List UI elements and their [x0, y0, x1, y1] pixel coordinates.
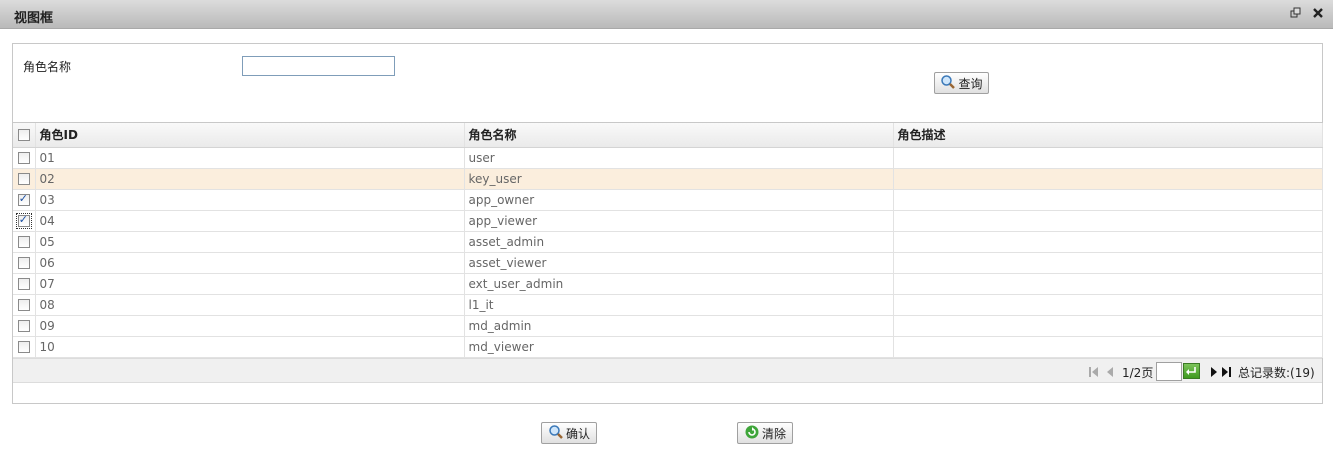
row-checkbox-cell	[13, 273, 36, 295]
table-row[interactable]: 07 ext_user_admin	[13, 273, 1323, 295]
row-checkbox[interactable]	[17, 192, 30, 206]
next-page-icon[interactable]	[1209, 366, 1219, 377]
row-checkbox-cell	[13, 336, 36, 358]
restore-icon[interactable]	[1289, 6, 1303, 20]
cell-role-name: md_admin	[464, 315, 894, 337]
column-header-role-name[interactable]: 角色名称	[464, 123, 894, 148]
row-checkbox[interactable]	[15, 213, 32, 229]
row-checkbox[interactable]	[17, 278, 30, 290]
row-checkbox[interactable]	[17, 299, 30, 311]
cell-role-name: app_viewer	[464, 210, 894, 232]
table-row[interactable]: 09 md_admin	[13, 315, 1323, 337]
cell-role-name: user	[464, 147, 894, 169]
cell-role-desc	[893, 315, 1323, 337]
table-row[interactable]: 01 user	[13, 147, 1323, 169]
window-controls	[1289, 6, 1325, 20]
clear-button[interactable]: 清除	[737, 422, 793, 444]
row-checkbox[interactable]	[17, 341, 30, 353]
role-table: 角色ID 角色名称 角色描述 01user02key_user03app_own…	[13, 123, 1323, 358]
column-header-role-id[interactable]: 角色ID	[35, 123, 465, 148]
table-row[interactable]: 03app_owner	[13, 189, 1323, 211]
cell-role-name: asset_admin	[464, 231, 894, 253]
page-info: 1/2页	[1122, 366, 1154, 380]
last-page-icon[interactable]	[1222, 366, 1232, 377]
cell-role-id: 09	[35, 315, 465, 337]
row-checkbox-cell	[13, 231, 36, 253]
cell-role-id: 03	[35, 189, 465, 211]
window-title: 视图框	[14, 11, 54, 26]
first-page-icon[interactable]	[1089, 366, 1099, 377]
page-number-input[interactable]	[1156, 362, 1182, 381]
cell-role-id: 06	[35, 252, 465, 274]
cell-role-desc	[893, 210, 1323, 232]
cell-role-id: 05	[35, 231, 465, 253]
table-row[interactable]: 06 asset_viewer	[13, 252, 1323, 274]
row-checkbox[interactable]	[17, 236, 30, 248]
select-all-checkbox[interactable]	[17, 129, 30, 142]
row-checkbox-cell	[13, 252, 36, 274]
row-checkbox-cell	[13, 189, 36, 211]
cell-role-name: key_user	[464, 168, 894, 190]
table-header-row: 角色ID 角色名称 角色描述	[13, 123, 1323, 148]
cell-role-id: 02	[35, 168, 465, 190]
cell-role-desc	[893, 231, 1323, 253]
go-page-button[interactable]	[1183, 363, 1200, 379]
cell-role-id: 01	[35, 147, 465, 169]
row-checkbox[interactable]	[17, 320, 30, 332]
row-checkbox[interactable]	[17, 152, 30, 164]
query-button[interactable]: 查询	[934, 72, 989, 94]
magnifier-icon	[548, 424, 564, 443]
cell-role-id: 04	[35, 210, 465, 232]
search-form: 角色名称 查询	[13, 44, 1322, 123]
cell-role-desc	[893, 147, 1323, 169]
row-checkbox-cell	[13, 147, 36, 169]
row-checkbox-cell	[13, 210, 36, 232]
row-checkbox-cell	[13, 168, 36, 190]
row-checkbox[interactable]	[17, 173, 30, 185]
close-icon[interactable]	[1311, 6, 1325, 20]
cell-role-desc	[893, 189, 1323, 211]
table-row[interactable]: 02 key_user	[13, 168, 1323, 190]
role-name-label: 角色名称	[23, 60, 72, 74]
refresh-icon	[744, 424, 760, 443]
row-checkbox[interactable]	[17, 257, 30, 269]
role-panel: 角色名称 查询 角色ID 角色名称 角色描述 01 user 02 key_us…	[12, 43, 1323, 404]
confirm-button-label: 确认	[565, 426, 590, 441]
cell-role-name: app_owner	[464, 189, 894, 211]
magnifier-icon	[940, 74, 956, 93]
table-row[interactable]: 04app_viewer	[13, 210, 1323, 232]
cell-role-desc	[893, 252, 1323, 274]
clear-button-label: 清除	[761, 426, 786, 441]
cell-role-desc	[893, 336, 1323, 358]
table-row[interactable]: 10 md_viewer	[13, 336, 1323, 358]
cell-role-desc	[893, 273, 1323, 295]
cell-role-name: asset_viewer	[464, 252, 894, 274]
pagination-bar: 1/2页 总记录数:(19)	[13, 358, 1322, 383]
table-row[interactable]: 08 l1_it	[13, 294, 1323, 316]
table-row[interactable]: 05 asset_admin	[13, 231, 1323, 253]
role-name-input[interactable]	[242, 56, 395, 76]
cell-role-desc	[893, 294, 1323, 316]
select-all-cell	[13, 123, 36, 148]
cell-role-id: 08	[35, 294, 465, 316]
cell-role-id: 07	[35, 273, 465, 295]
query-button-label: 查询	[958, 76, 983, 91]
confirm-button[interactable]: 确认	[541, 422, 597, 444]
cell-role-name: ext_user_admin	[464, 273, 894, 295]
row-checkbox-cell	[13, 315, 36, 337]
cell-role-name: md_viewer	[464, 336, 894, 358]
window-titlebar: 视图框	[0, 0, 1333, 29]
enter-arrow-icon	[1186, 367, 1196, 375]
row-checkbox-cell	[13, 294, 36, 316]
cell-role-desc	[893, 168, 1323, 190]
total-records: 总记录数:(19)	[1238, 366, 1315, 380]
column-header-role-desc[interactable]: 角色描述	[893, 123, 1323, 148]
cell-role-name: l1_it	[464, 294, 894, 316]
prev-page-icon[interactable]	[1105, 366, 1115, 377]
cell-role-id: 10	[35, 336, 465, 358]
